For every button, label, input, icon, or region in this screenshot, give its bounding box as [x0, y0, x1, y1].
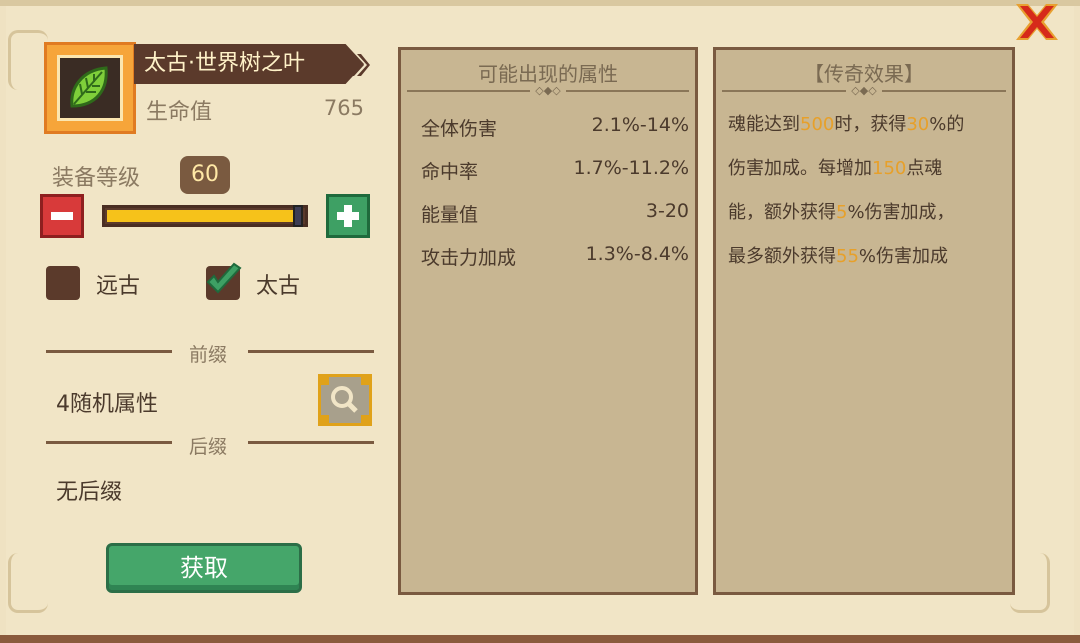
increase-level-button[interactable] — [326, 194, 370, 238]
level-slider[interactable] — [102, 205, 308, 227]
effect-text: 能，额外获得 — [728, 202, 836, 223]
attribute-row: 全体伤害 2.1%-14% — [421, 114, 689, 144]
close-icon — [1016, 4, 1058, 40]
effect-text: %伤害加成 — [858, 246, 949, 267]
effect-text: 点魂 — [906, 158, 943, 179]
effect-text: 最多额外获得 — [728, 246, 836, 267]
attribute-name: 命中率 — [421, 161, 479, 183]
hp-label: 生命值 — [146, 100, 213, 125]
close-button[interactable] — [1010, 0, 1064, 46]
attribute-row: 命中率 1.7%-11.2% — [421, 157, 689, 187]
attribute-value: 1.3%-8.4% — [585, 243, 689, 265]
attribute-value: 2.1%-14% — [591, 114, 689, 136]
decrease-level-button[interactable] — [40, 194, 84, 238]
checkbox-yuangu-label: 远古 — [96, 274, 141, 299]
suffix-text: 无后缀 — [56, 480, 123, 505]
attribute-row: 攻击力加成 1.3%-8.4% — [421, 243, 689, 273]
effect-text: 伤害加成。每增加 — [728, 158, 872, 179]
get-button[interactable]: 获取 — [106, 543, 302, 593]
highlighted-number: 500 — [800, 114, 835, 135]
checkbox-yuangu[interactable] — [46, 266, 80, 300]
attribute-value: 3-20 — [645, 200, 689, 222]
legendary-effect-line: 最多额外获得55%伤害加成 — [728, 242, 948, 268]
attribute-value: 1.7%-11.2% — [573, 157, 689, 179]
attributes-panel: 可能出现的属性 ◇◆◇ 全体伤害 2.1%-14% 命中率 1.7%-11.2%… — [398, 47, 698, 595]
effect-text: %的 — [929, 114, 965, 135]
leaf-icon — [70, 66, 108, 108]
level-label: 装备等级 — [52, 166, 141, 191]
highlighted-number: 5 — [836, 202, 848, 223]
item-name: 太古·世界树之叶 — [134, 44, 364, 84]
frame-ornament — [8, 30, 48, 90]
legendary-effect-panel: 【传奇效果】 ◇◆◇ 魂能达到500时，获得30%的 伤害加成。每增加150点魂能… — [713, 47, 1015, 595]
checkbox-taigu-label: 太古 — [256, 274, 301, 299]
frame-ornament — [8, 553, 48, 613]
search-prefix-button[interactable] — [318, 374, 372, 426]
highlighted-number: 150 — [872, 158, 907, 179]
hp-value: 765 — [323, 96, 364, 120]
effect-text: 魂能达到 — [728, 114, 800, 135]
item-slot — [57, 55, 123, 121]
effect-text: %伤害加成， — [847, 202, 955, 223]
highlighted-number: 55 — [836, 246, 859, 267]
checkbox-taigu[interactable] — [206, 262, 242, 300]
suffix-title: 后缀 — [189, 436, 228, 458]
attribute-name: 攻击力加成 — [421, 247, 517, 269]
divider — [46, 350, 172, 353]
divider-ornament-icon: ◇◆◇ — [530, 84, 566, 98]
legendary-effect-title: 【传奇效果】 — [804, 62, 924, 86]
divider-ornament-icon: ◇◆◇ — [846, 84, 882, 98]
frame-ornament — [1010, 553, 1050, 613]
attributes-panel-title: 可能出现的属性 — [478, 62, 618, 86]
attribute-name: 能量值 — [421, 204, 479, 226]
divider — [46, 441, 172, 444]
legendary-effect-line: 魂能达到500时，获得30%的 — [728, 110, 964, 136]
highlighted-number: 30 — [906, 114, 930, 135]
checkmark-icon — [206, 262, 242, 294]
item-icon-frame — [44, 42, 136, 134]
chevron-right-icon — [350, 54, 370, 76]
prefix-title: 前缀 — [189, 344, 228, 366]
level-slider-fill — [107, 210, 303, 222]
level-slider-handle[interactable] — [293, 205, 303, 227]
effect-text: 时，获得 — [834, 114, 907, 135]
magnifier-icon — [321, 377, 369, 423]
legendary-effect-line: 能，额外获得5%伤害加成， — [728, 198, 955, 224]
level-value-badge: 60 — [180, 156, 230, 194]
legendary-effect-line: 伤害加成。每增加150点魂 — [728, 154, 942, 180]
divider — [248, 441, 374, 444]
prefix-text: 4随机属性 — [56, 392, 158, 417]
divider — [248, 350, 374, 353]
attribute-name: 全体伤害 — [421, 118, 498, 140]
attribute-row: 能量值 3-20 — [421, 200, 689, 230]
